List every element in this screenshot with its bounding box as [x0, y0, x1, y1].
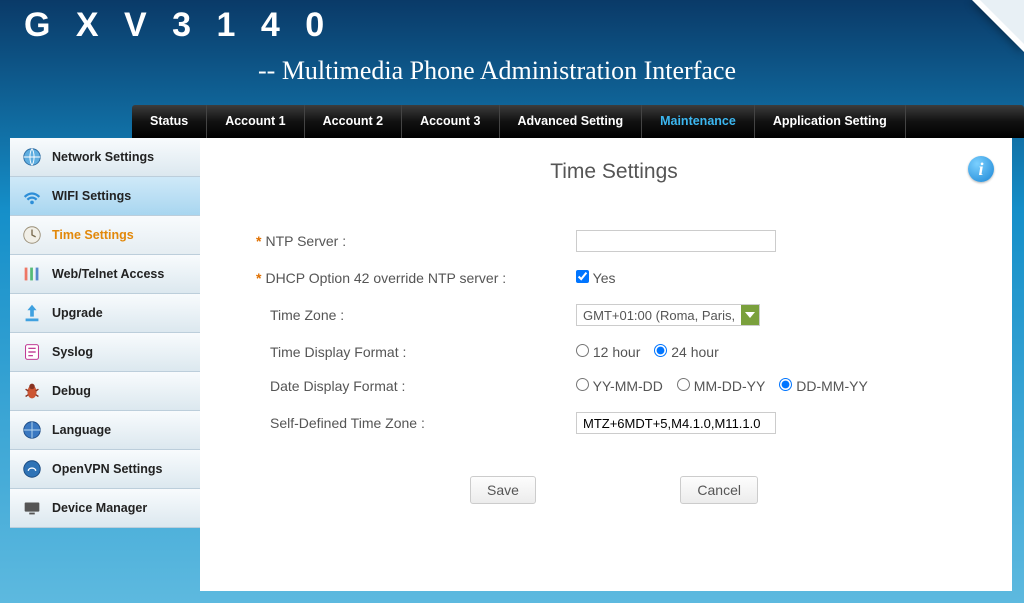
banner: G X V 3 1 4 0 -- Multimedia Phone Admini… [0, 0, 1024, 105]
sidebar-item-language[interactable]: Language [10, 411, 200, 450]
timezone-select[interactable]: GMT+01:00 (Roma, Paris, [576, 304, 760, 326]
brand-title: G X V 3 1 4 0 [24, 0, 332, 45]
vpn-icon [20, 457, 44, 481]
page-curl-icon [972, 0, 1024, 52]
timezone-label: Time Zone : [270, 307, 344, 323]
dateformat-option[interactable]: DD-MM-YY [779, 378, 867, 394]
sidebar-item-label: Time Settings [52, 228, 134, 242]
sidebar-item-syslog[interactable]: Syslog [10, 333, 200, 372]
bug-icon [20, 379, 44, 403]
tab-maintenance[interactable]: Maintenance [642, 105, 755, 138]
ntp-server-input[interactable] [576, 230, 776, 252]
sidebar-item-label: Debug [52, 384, 91, 398]
row-selftz: Self-Defined Time Zone : [256, 412, 972, 434]
dhcp42-checkbox[interactable] [576, 270, 589, 283]
wifi-icon [20, 184, 44, 208]
sidebar-item-label: Web/Telnet Access [52, 267, 164, 281]
dhcp42-yes-label: Yes [593, 270, 616, 286]
timezone-value: GMT+01:00 (Roma, Paris, [577, 308, 741, 323]
row-timeformat: Time Display Format : 12 hour 24 hour [256, 344, 972, 360]
sidebar: Network Settings WIFI Settings Time Settin… [10, 138, 200, 528]
sidebar-item-wifi-settings[interactable]: WIFI Settings [10, 177, 200, 216]
sidebar-item-label: Language [52, 423, 111, 437]
tab-account-2[interactable]: Account 2 [305, 105, 402, 138]
sidebar-item-label: Syslog [52, 345, 93, 359]
dateformat-option[interactable]: YY-MM-DD [576, 378, 663, 394]
dateformat-radio[interactable] [576, 378, 589, 391]
timeformat-radio[interactable] [654, 344, 667, 357]
tab-advanced-setting[interactable]: Advanced Setting [500, 105, 643, 138]
timeformat-option[interactable]: 24 hour [654, 344, 718, 360]
cancel-button[interactable]: Cancel [680, 476, 758, 504]
sidebar-item-label: Network Settings [52, 150, 154, 164]
dateformat-option[interactable]: MM-DD-YY [677, 378, 765, 394]
subtitle: -- Multimedia Phone Administration Inter… [258, 56, 736, 86]
tab-application-setting[interactable]: Application Setting [755, 105, 906, 138]
top-nav: StatusAccount 1Account 2Account 3Advance… [132, 105, 1024, 138]
row-timezone: Time Zone : GMT+01:00 (Roma, Paris, [256, 304, 972, 326]
sidebar-item-label: Device Manager [52, 501, 147, 515]
sidebar-item-device-manager[interactable]: Device Manager [10, 489, 200, 528]
tab-account-3[interactable]: Account 3 [402, 105, 499, 138]
sidebar-item-debug[interactable]: Debug [10, 372, 200, 411]
log-icon [20, 340, 44, 364]
sidebar-item-label: Upgrade [52, 306, 103, 320]
info-icon[interactable]: i [968, 156, 994, 182]
timeformat-option[interactable]: 12 hour [576, 344, 640, 360]
sidebar-item-label: OpenVPN Settings [52, 462, 162, 476]
tab-account-1[interactable]: Account 1 [207, 105, 304, 138]
globe-icon [20, 145, 44, 169]
row-ntp-server: *NTP Server : [256, 230, 972, 252]
page-title: Time Settings [256, 160, 972, 184]
chevron-down-icon[interactable] [741, 305, 759, 325]
sidebar-item-web-telnet-access[interactable]: Web/Telnet Access [10, 255, 200, 294]
row-dateformat: Date Display Format : YY-MM-DD MM-DD-YY … [256, 378, 972, 394]
sliders-icon [20, 262, 44, 286]
dateformat-label: Date Display Format : [270, 378, 405, 394]
button-row: Save Cancel [256, 476, 972, 504]
content-panel: i Time Settings *NTP Server : *DHCP Opti… [200, 138, 1012, 591]
language-icon [20, 418, 44, 442]
timeformat-radio[interactable] [576, 344, 589, 357]
selftz-input[interactable] [576, 412, 776, 434]
save-button[interactable]: Save [470, 476, 536, 504]
tab-status[interactable]: Status [132, 105, 207, 138]
sidebar-item-time-settings[interactable]: Time Settings [10, 216, 200, 255]
sidebar-item-label: WIFI Settings [52, 189, 131, 203]
row-dhcp42: *DHCP Option 42 override NTP server : Ye… [256, 270, 972, 286]
sidebar-item-upgrade[interactable]: Upgrade [10, 294, 200, 333]
dhcp42-label: DHCP Option 42 override NTP server : [265, 270, 506, 286]
timeformat-label: Time Display Format : [270, 344, 406, 360]
sidebar-item-network-settings[interactable]: Network Settings [10, 138, 200, 177]
dateformat-radio[interactable] [677, 378, 690, 391]
ntp-server-label: NTP Server : [265, 233, 346, 249]
dateformat-radio[interactable] [779, 378, 792, 391]
sidebar-item-openvpn-settings[interactable]: OpenVPN Settings [10, 450, 200, 489]
device-icon [20, 496, 44, 520]
clock-icon [20, 223, 44, 247]
selftz-label: Self-Defined Time Zone : [270, 415, 425, 431]
upload-icon [20, 301, 44, 325]
